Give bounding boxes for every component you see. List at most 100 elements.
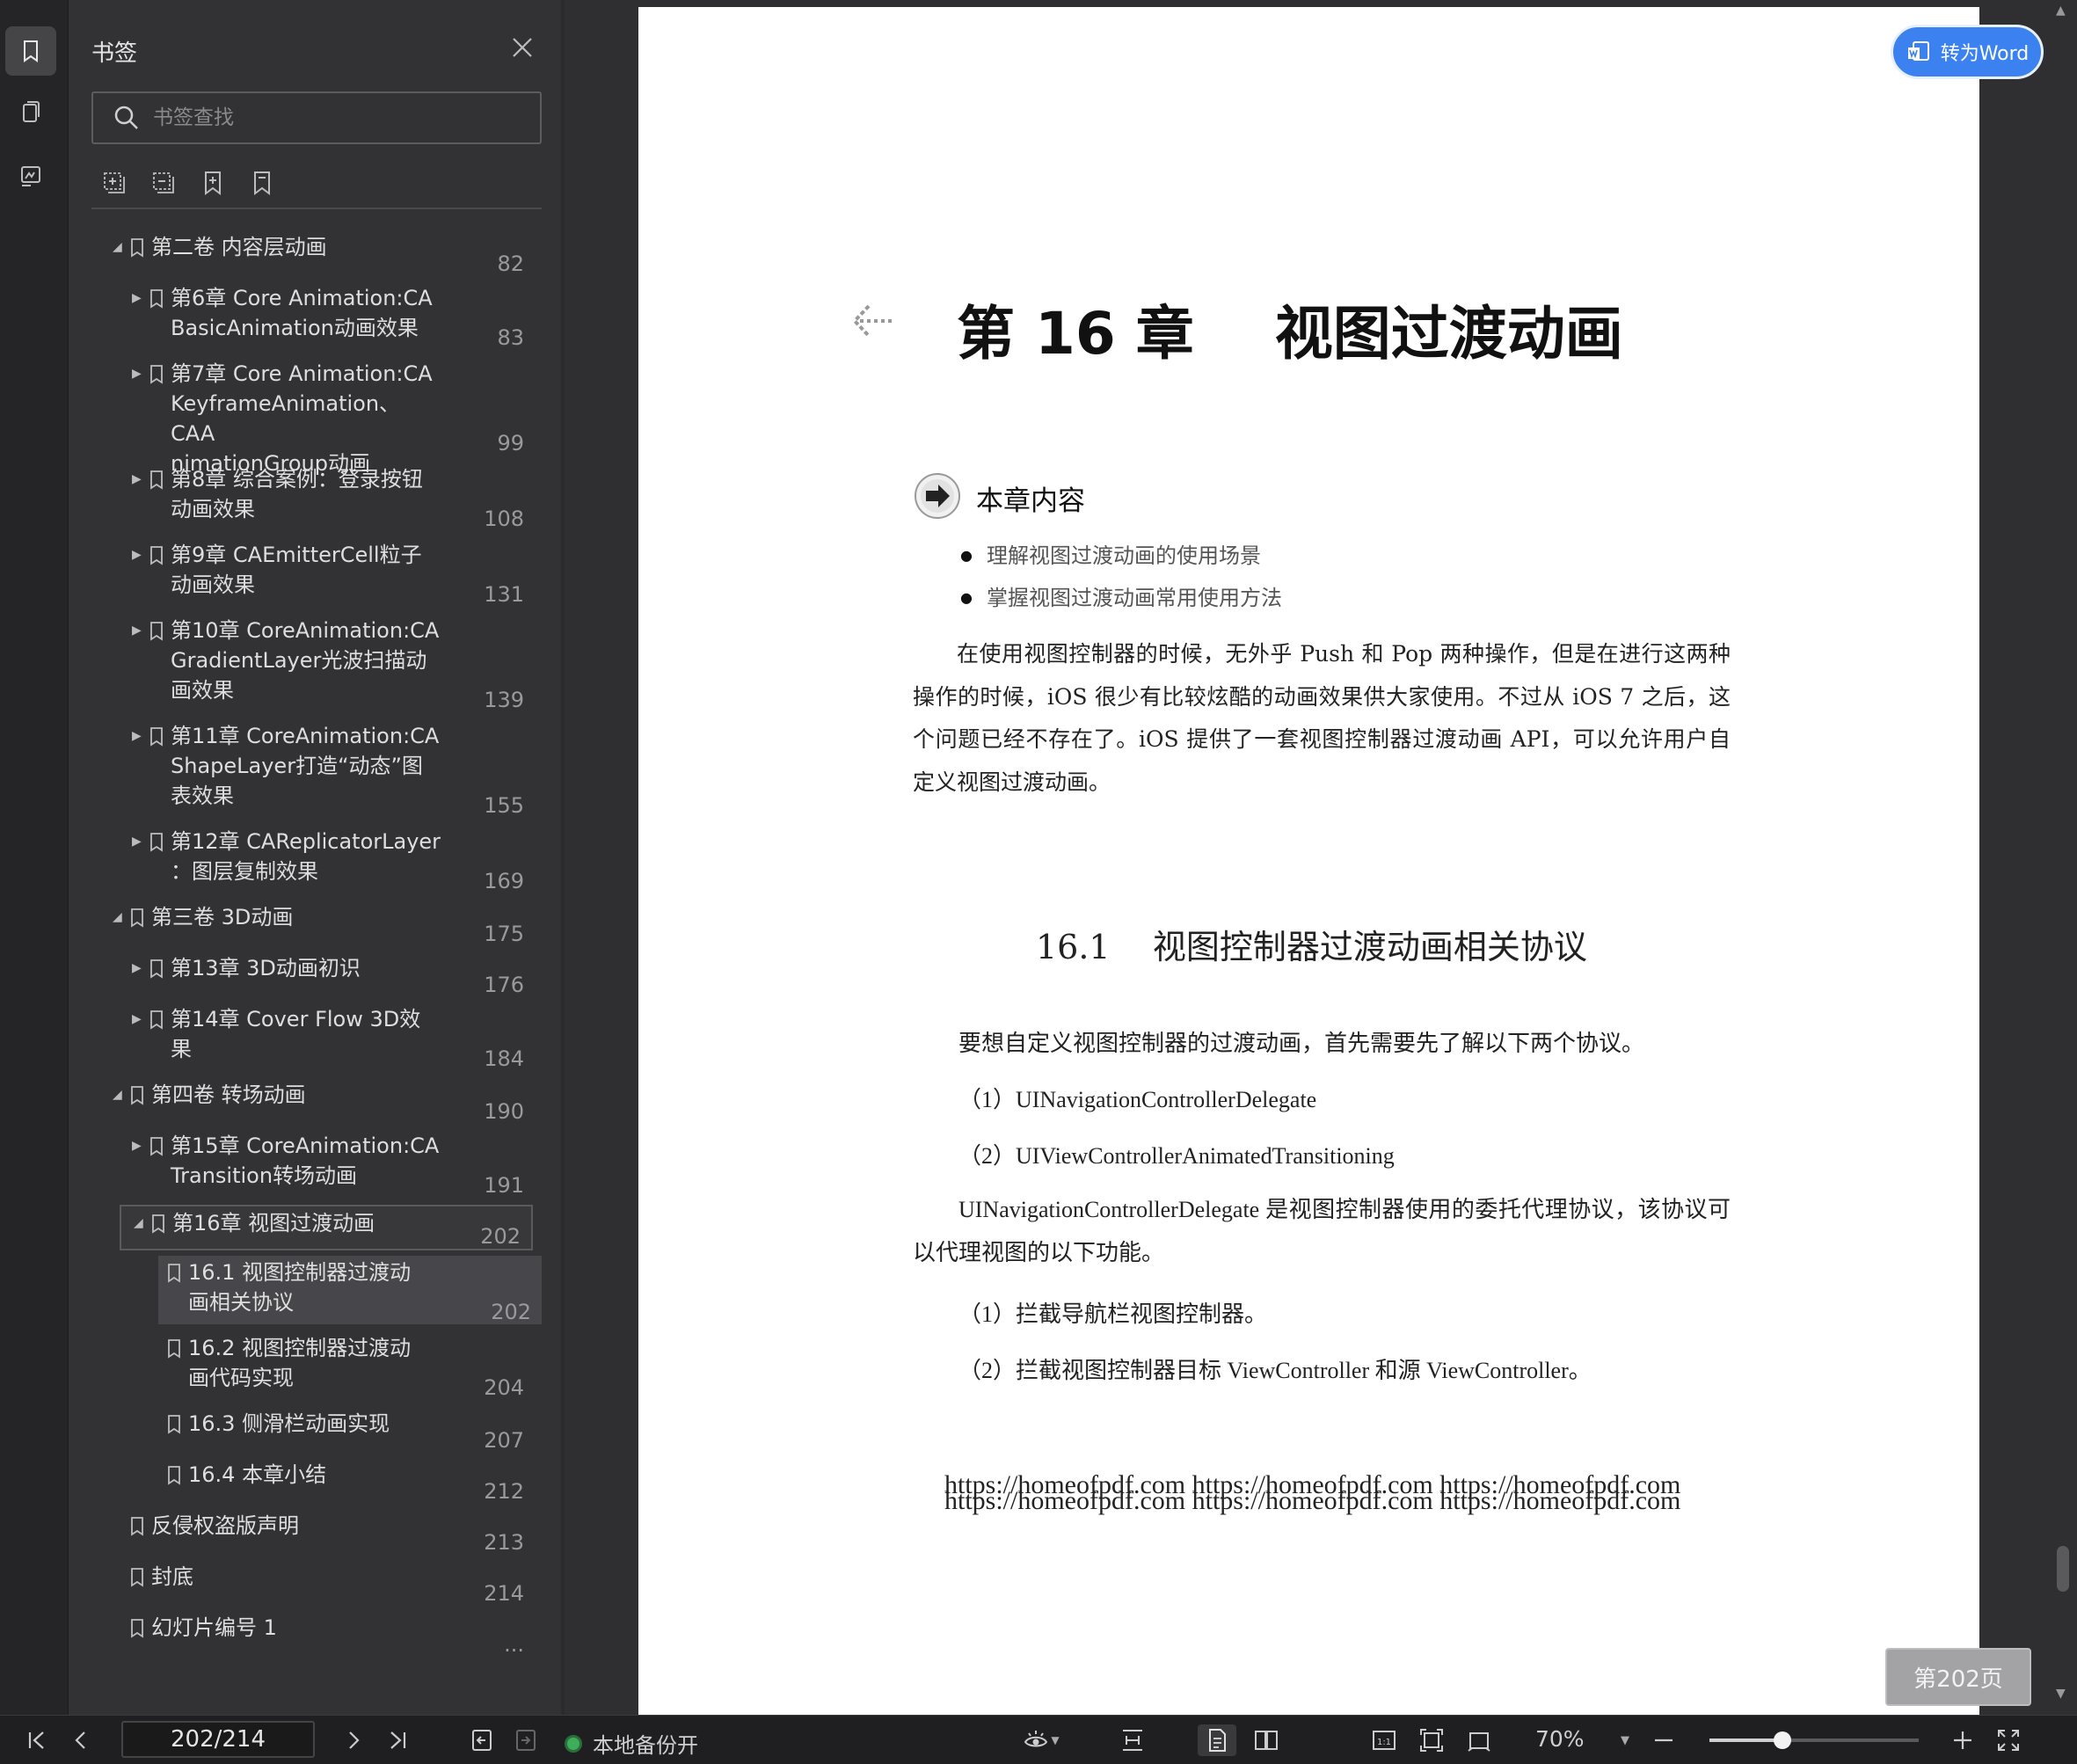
bookmark-page-number: 207 [484,1428,524,1453]
bookmark-tree: ◢ 第二卷 内容层动画 82 ▶ 第6章 Core Animation:CA Basic… [69,220,543,1706]
zoom-dropdown-arrow[interactable]: ▼ [1616,1724,1634,1756]
zoom-level[interactable]: 70% [1535,1726,1585,1752]
bookmark-item[interactable]: ▶ 第13章 3D动画初识 176 [86,951,535,997]
bookmark-item[interactable]: 16.2 视图控制器过渡动 画代码实现 204 [86,1331,535,1400]
zoom-in-button[interactable] [1949,1724,1977,1756]
bookmark-item[interactable]: 16.3 侧滑栏动画实现 207 [86,1407,535,1453]
bookmark-item[interactable]: ▶ 第6章 Core Animation:CA BasicAnimation动画效… [86,281,535,350]
bookmark-label: 第8章 综合案例：登录按钮 动画效果 [171,467,423,521]
bookmark-item[interactable]: 幻灯片编号 1... [86,1611,535,1657]
expand-arrow-icon[interactable]: ▶ [132,624,142,637]
bookmark-search-box[interactable] [91,91,542,144]
bookmark-icon [168,1466,180,1485]
annotation-tab-button[interactable] [5,151,56,200]
bookmark-item[interactable]: ▶ 第12章 CAReplicatorLayer ：图层复制效果 169 [86,825,535,893]
return-icon [472,1730,492,1751]
bookmark-label: 16.2 视图控制器过渡动 画代码实现 [188,1336,412,1390]
document-scroll-thumb[interactable] [2057,1546,2069,1592]
fit-page-icon [1420,1729,1443,1752]
bookmark-icon [131,1086,143,1105]
expand-arrow-icon[interactable]: ▶ [132,730,142,742]
single-page-button[interactable] [1198,1724,1236,1756]
document-scrollbar[interactable]: ▲ ▼ [2051,0,2073,1715]
bookmark-label: 第15章 CoreAnimation:CA Transition转场动画 [171,1133,440,1188]
history-forward-button[interactable] [510,1724,542,1756]
bookmark-item[interactable]: ◢ 第三卷 3D动画 175 [86,900,535,946]
collapse-all-button[interactable] [149,169,178,197]
bookmark-item[interactable]: ▶ 第14章 Cover Flow 3D效 果 184 [86,1002,535,1071]
thumbnail-tab-button[interactable] [5,88,56,137]
page-number-input[interactable] [121,1721,315,1758]
bookmark-tab-button[interactable] [5,26,56,76]
convert-to-word-label: 转为Word [1940,43,2030,65]
expand-arrow-icon[interactable]: ▶ [132,473,142,485]
bookmark-icon [131,1568,143,1587]
next-page-button[interactable] [338,1724,369,1756]
scroll-down-arrow[interactable]: ▼ [2056,1687,2066,1701]
zoom-slider[interactable] [1709,1731,1919,1749]
prev-page-button[interactable] [65,1724,97,1756]
expand-arrow-icon[interactable]: ▶ [132,1140,142,1152]
bookmark-item[interactable]: ▶ 第15章 CoreAnimation:CA Transition转场动画 191 [86,1129,535,1198]
bookmark-icon [150,365,163,384]
signature-icon [21,166,40,186]
bookmark-item[interactable]: 16.4 本章小结 212 [86,1458,535,1504]
zoom-out-button[interactable] [1650,1724,1678,1756]
bookmark-item[interactable]: ▶ 第7章 Core Animation:CA KeyframeAnimation… [86,357,535,476]
expand-all-button[interactable] [100,169,128,197]
bookmark-item[interactable]: ▶ 第9章 CAEmitterCell粒子 动画效果 131 [86,538,535,607]
chapter-goal-bullet: 理解视图过渡动画的使用场景 [960,538,1261,569]
collapse-arrow-icon[interactable]: ◢ [113,911,122,923]
bookmark-item[interactable]: 反侵权盗版声明 213 [86,1509,535,1555]
bookmark-panel: 书签 ◢ 第二卷 内容层动画 82 ▶ 第6章 Core Animation:CA Ba… [69,0,621,1715]
chevron-right-icon [349,1731,360,1749]
expand-arrow-icon[interactable]: ▶ [132,962,142,974]
convert-to-word-button[interactable]: 转为Word [1891,25,2044,79]
expand-arrow-icon[interactable]: ▶ [132,549,142,561]
first-page-button[interactable] [21,1724,53,1756]
bookmark-item[interactable]: ◢ 第四卷 转场动画 190 [86,1078,535,1124]
fit-width-button[interactable] [1117,1724,1148,1756]
double-page-button[interactable] [1250,1724,1282,1756]
scroll-up-arrow[interactable]: ▲ [2056,4,2066,18]
bookmark-icon [24,40,38,62]
collapse-arrow-icon[interactable]: ◢ [113,1089,122,1101]
expand-arrow-icon[interactable]: ▶ [132,368,142,380]
zoom-slider-knob[interactable] [1774,1731,1792,1749]
bookmark-icon [150,546,163,565]
bookmark-label: 封底 [151,1564,193,1589]
body-line: （2）UIViewControllerAnimatedTransitioning [958,1143,1395,1169]
eye-mode-button[interactable]: ▼ [1017,1724,1066,1756]
section-title: 16.1 视图控制器过渡动画相关协议 [1036,928,1587,966]
actual-size-button[interactable]: 1:1 [1368,1724,1400,1756]
remove-bookmark-button[interactable] [248,169,276,197]
bookmark-item[interactable]: ◢ 第二卷 内容层动画 82 [86,230,535,276]
fit-page-button[interactable] [1416,1724,1447,1756]
collapse-arrow-icon[interactable]: ◢ [113,241,122,253]
bookmark-item[interactable]: 16.1 视图控制器过渡动 画相关协议 202 [158,1256,542,1324]
bookmark-search-input[interactable] [153,106,522,129]
expand-arrow-icon[interactable]: ▶ [132,1013,142,1025]
bookmark-page-number: 212 [484,1479,524,1504]
history-back-button[interactable] [466,1724,498,1756]
bookmark-label: 第16章 视图过渡动画 [172,1211,375,1236]
bookmark-item[interactable]: 封底 214 [86,1560,535,1606]
bookmark-item[interactable]: ▶ 第8章 综合案例：登录按钮 动画效果 108 [86,463,535,531]
expand-arrow-icon[interactable]: ▶ [132,835,142,848]
fullscreen-button[interactable] [1993,1724,2024,1756]
backup-status[interactable]: 本地备份开 [565,1728,698,1759]
expand-arrow-icon[interactable]: ▶ [132,292,142,304]
rotate-button[interactable] [1463,1724,1495,1756]
collapse-arrow-icon[interactable]: ◢ [134,1217,143,1229]
bookmark-icon [150,833,163,852]
svg-text:1:1: 1:1 [1377,1738,1391,1747]
body-line: 要想自定义视图控制器的过渡动画，首先需要先了解以下两个协议。 [958,1031,1645,1056]
back-arrow-icon [852,304,892,338]
bookmark-item[interactable]: ◢ 第16章 视图过渡动画 202 [120,1205,533,1250]
bookmark-item[interactable]: ▶ 第11章 CoreAnimation:CA ShapeLayer打造“动态”图… [86,719,535,818]
bookmark-icon [168,1339,180,1359]
last-page-button[interactable] [382,1724,413,1756]
close-panel-button[interactable] [506,32,538,63]
bookmark-item[interactable]: ▶ 第10章 CoreAnimation:CA GradientLayer光波扫描… [86,614,535,712]
add-bookmark-button[interactable] [199,169,227,197]
